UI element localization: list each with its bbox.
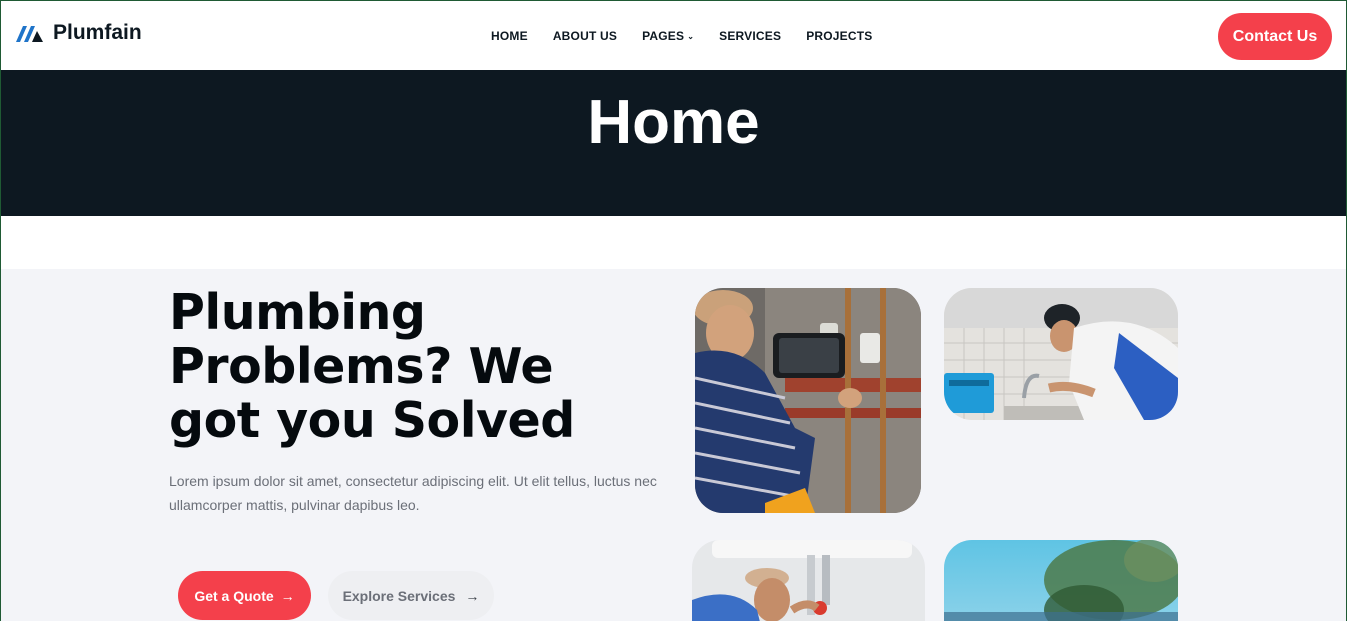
page-banner: Home [1, 70, 1346, 216]
nav-projects[interactable]: PROJECTS [806, 29, 872, 43]
nav-home[interactable]: HOME [491, 29, 528, 43]
nav-services[interactable]: SERVICES [719, 29, 781, 43]
brand-name: Plumfain [53, 21, 142, 44]
get-a-quote-label: Get a Quote [194, 587, 274, 604]
plumber-under-sink-photo [692, 540, 925, 621]
nav-pages-label: PAGES [642, 29, 685, 43]
plumber-kitchen-sink-photo [944, 288, 1178, 420]
arrow-right-icon: → [465, 587, 480, 604]
nav-pages[interactable]: PAGES ⌄ [642, 29, 694, 43]
explore-services-label: Explore Services [342, 587, 456, 604]
contact-us-button[interactable]: Contact Us [1218, 13, 1332, 60]
arrow-right-icon: → [280, 587, 295, 604]
nav-home-label: HOME [491, 29, 528, 43]
get-a-quote-button[interactable]: Get a Quote → [178, 571, 311, 620]
nav-services-label: SERVICES [719, 29, 782, 43]
logo-mark-icon [16, 26, 43, 42]
nav-projects-label: PROJECTS [806, 29, 873, 43]
main-nav: HOME ABOUT US PAGES ⌄ SERVICES PROJECTS [491, 29, 898, 43]
outdoor-blur-photo [944, 540, 1178, 621]
hero-section: Plumbing Problems? We got you Solved Lor… [1, 269, 1346, 621]
nav-about-us[interactable]: ABOUT US [553, 29, 617, 43]
nav-about-label: ABOUT US [552, 29, 618, 43]
hero-title: Plumbing Problems? We got you Solved [169, 284, 575, 449]
plumber-with-tablet-photo [695, 288, 921, 513]
hero-description: Lorem ipsum dolor sit amet, consectetur … [169, 473, 657, 513]
site-header: Plumfain HOME ABOUT US PAGES ⌄ SERVICES P… [1, 1, 1346, 70]
explore-services-button[interactable]: Explore Services → [328, 571, 494, 620]
page-title: Home [587, 88, 760, 157]
chevron-down-icon: ⌄ [687, 32, 695, 41]
logo[interactable]: Plumfain [16, 21, 142, 45]
